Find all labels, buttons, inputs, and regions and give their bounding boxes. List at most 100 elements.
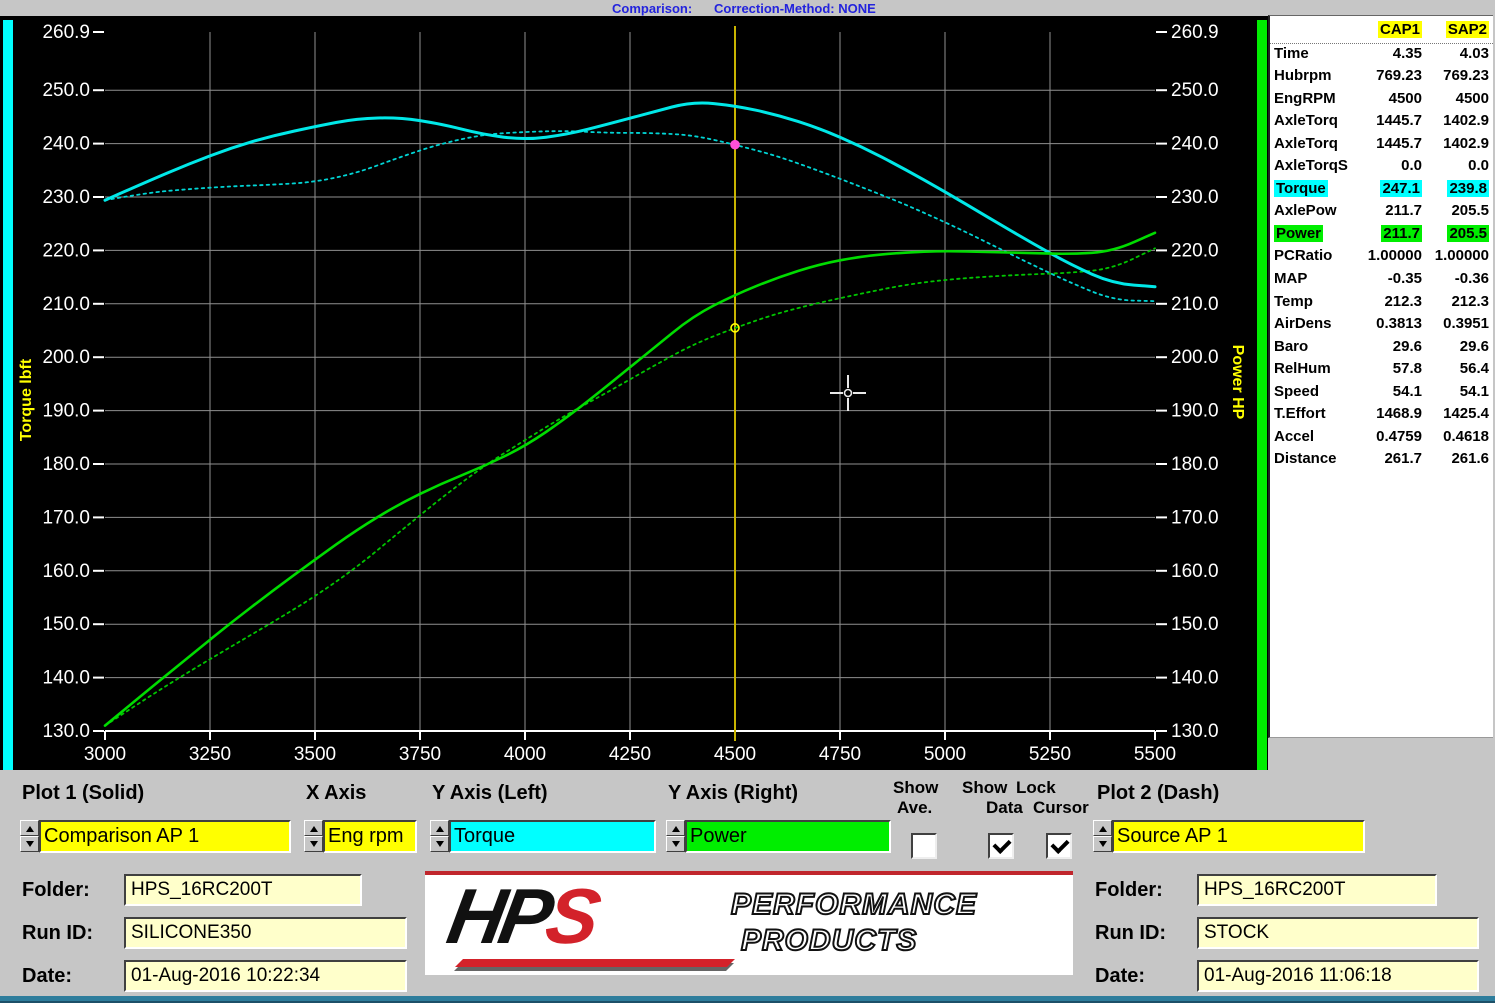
right-axis-color-stripe — [1257, 20, 1267, 770]
panel-value-cap1: 769.23 — [1376, 67, 1422, 84]
panel-row-T.Effort: T.Effort 1468.9 1425.4 — [1270, 404, 1493, 427]
panel-row-label: Hubrpm — [1274, 67, 1332, 84]
panel-value-cap1: 57.8 — [1393, 360, 1422, 377]
panel-row-AxlePow: AxlePow 211.7 205.5 — [1270, 201, 1493, 224]
panel-row-PCRatio: PCRatio1.000001.00000 — [1270, 246, 1493, 269]
comparison-label: Comparison: — [612, 1, 692, 16]
panel-value-cap1: 29.6 — [1393, 338, 1422, 355]
panel-row-AxleTorq: AxleTorq1445.71402.9 — [1270, 111, 1493, 134]
panel-value-cap1: 0.0 — [1401, 157, 1422, 174]
show-ave-label-2: Ave. — [897, 798, 932, 818]
y-axis-left-label: Y Axis (Left) — [432, 782, 548, 805]
panel-value-sap2: 0.0 — [1468, 157, 1489, 174]
panel-value-sap2: 212.3 — [1451, 293, 1489, 310]
channel-data-panel: CAP1SAP2Time4.354.03Hubrpm769.23769.23En… — [1268, 15, 1493, 738]
folder-field-left[interactable]: HPS_16RC200T — [124, 874, 362, 906]
spinner-up-icon[interactable] — [304, 820, 323, 836]
date-field-left[interactable]: 01-Aug-2016 10:22:34 — [124, 960, 407, 992]
panel-row-label: AxleTorqS — [1274, 157, 1348, 174]
panel-value-cap1: 54.1 — [1393, 383, 1422, 400]
folder-label-right: Folder: — [1095, 879, 1163, 902]
folder-field-right[interactable]: HPS_16RC200T — [1197, 874, 1437, 906]
run-id-field-right[interactable]: STOCK — [1197, 917, 1479, 949]
date-field-right[interactable]: 01-Aug-2016 11:06:18 — [1197, 960, 1479, 992]
panel-value-sap2: 205.5 — [1447, 225, 1489, 242]
panel-value-cap1: 212.3 — [1384, 293, 1422, 310]
panel-value-sap2: 4.03 — [1460, 45, 1489, 62]
panel-value-cap1: 1.00000 — [1368, 247, 1422, 264]
panel-row-label: AxlePow — [1274, 202, 1337, 219]
panel-value-sap2: 4500 — [1456, 90, 1489, 107]
hps-logo-tagline: PERFORMANCE PRODUCTS — [731, 887, 977, 959]
spinner-up-icon[interactable] — [430, 820, 449, 836]
date-label-right: Date: — [1095, 965, 1145, 988]
panel-value-cap1: 211.7 — [1385, 202, 1422, 219]
plot1-spinner[interactable] — [20, 820, 39, 853]
plot2-spinner[interactable] — [1093, 820, 1112, 853]
spinner-down-icon[interactable] — [430, 836, 449, 852]
panel-row-label: Speed — [1274, 383, 1319, 400]
spinner-down-icon[interactable] — [666, 836, 685, 852]
panel-value-sap2: 205.5 — [1451, 202, 1489, 219]
panel-row-EngRPM: EngRPM45004500 — [1270, 89, 1493, 112]
y-axis-right-spinner[interactable] — [666, 820, 685, 853]
spinner-down-icon[interactable] — [304, 836, 323, 852]
panel-value-cap1: 4.35 — [1393, 45, 1422, 62]
spinner-up-icon[interactable] — [20, 820, 39, 836]
panel-value-sap2: 1425.4 — [1443, 405, 1489, 422]
x-axis-select[interactable]: Eng rpm — [323, 820, 417, 853]
chart-background — [0, 16, 1268, 770]
spinner-up-icon[interactable] — [666, 820, 685, 836]
y-axis-left-select[interactable]: Torque — [449, 820, 656, 853]
panel-row-RelHum: RelHum57.856.4 — [1270, 359, 1493, 382]
y-axis-right-select[interactable]: Power — [685, 820, 891, 853]
show-data-checkbox[interactable] — [988, 833, 1014, 859]
hps-logo-hp: HP — [441, 872, 555, 960]
panel-row-label: Power — [1274, 225, 1323, 242]
y-axis-left-spinner[interactable] — [430, 820, 449, 853]
panel-row-label: AxleTorq — [1274, 112, 1338, 129]
panel-row-label: AirDens — [1274, 315, 1332, 332]
panel-row-label: T.Effort — [1274, 405, 1326, 422]
panel-value-cap1: 0.3813 — [1376, 315, 1422, 332]
panel-value-cap1: -0.35 — [1388, 270, 1422, 287]
run-id-field-left[interactable]: SILICONE350 — [124, 917, 407, 949]
panel-row-Speed: Speed54.154.1 — [1270, 382, 1493, 405]
panel-row-AxleTorqS: AxleTorqS 0.0 0.0 — [1270, 156, 1493, 179]
panel-row-label: Accel — [1274, 428, 1314, 445]
panel-row-label: Distance — [1274, 450, 1337, 467]
panel-value-cap1: 1445.7 — [1376, 135, 1422, 152]
hps-logo-text: HPS — [441, 871, 602, 962]
panel-value-cap1: 0.4759 — [1376, 428, 1422, 445]
checkmark-icon — [992, 835, 1011, 854]
panel-row-Baro: Baro29.629.6 — [1270, 337, 1493, 360]
hps-logo: HPS PERFORMANCE PRODUCTS — [425, 871, 1073, 975]
y-axis-left-title: Torque lbft — [18, 359, 36, 441]
show-ave-checkbox[interactable] — [911, 833, 937, 859]
spinner-up-icon[interactable] — [1093, 820, 1112, 836]
spinner-down-icon[interactable] — [1093, 836, 1112, 852]
x-axis-spinner[interactable] — [304, 820, 323, 853]
x-axis-label: X Axis — [306, 782, 366, 805]
panel-value-sap2: 1402.9 — [1443, 112, 1489, 129]
window-bottom-edge — [0, 996, 1495, 1003]
panel-row-Hubrpm: Hubrpm769.23769.23 — [1270, 66, 1493, 89]
show-ave-label-1: Show — [893, 778, 938, 798]
run-id-label-right: Run ID: — [1095, 922, 1166, 945]
spinner-down-icon[interactable] — [20, 836, 39, 852]
panel-value-sap2: 56.4 — [1460, 360, 1489, 377]
plot1-select[interactable]: Comparison AP 1 — [39, 820, 291, 853]
plot2-select[interactable]: Source AP 1 — [1112, 820, 1365, 853]
correction-method-label: Correction-Method: NONE — [714, 1, 876, 16]
panel-value-sap2: 239.8 — [1447, 180, 1489, 197]
panel-value-cap1: 4500 — [1389, 90, 1422, 107]
dyno-app-window: Comparison: Correction-Method: NONE Torq… — [0, 0, 1495, 1003]
panel-value-cap1: 261.7 — [1384, 450, 1422, 467]
lock-cursor-checkbox[interactable] — [1046, 833, 1072, 859]
panel-row-label: PCRatio — [1274, 247, 1332, 264]
panel-value-cap1: 1468.9 — [1376, 405, 1422, 422]
y-axis-right-label: Y Axis (Right) — [668, 782, 798, 805]
left-axis-color-stripe — [3, 20, 13, 770]
run-id-label-left: Run ID: — [22, 922, 93, 945]
y-axis-right-title: Power HP — [1228, 345, 1246, 420]
